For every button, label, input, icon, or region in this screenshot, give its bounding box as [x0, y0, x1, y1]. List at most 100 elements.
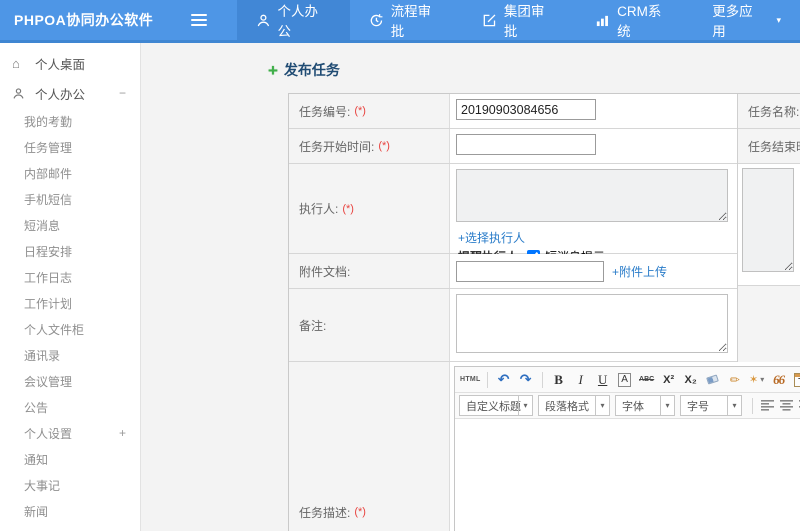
select-executor-link[interactable]: +选择执行人 [458, 229, 525, 246]
sidebar-item-my-attendance[interactable]: 我的考勤 [0, 108, 140, 134]
end-time-label: 任务结束时间:(*) [738, 129, 800, 163]
chevron-down-icon: ▾ [595, 396, 609, 415]
html-source-button[interactable]: HTML [460, 370, 481, 390]
font-family-select[interactable]: 字体 ▾ [615, 395, 675, 416]
chevron-down-icon: ▾ [760, 375, 765, 384]
paragraph-format-select[interactable]: 段落格式 ▾ [538, 395, 610, 416]
nav-label: 集团审批 [503, 4, 545, 39]
remark-textarea[interactable] [456, 294, 728, 353]
topbar: PHPOA协同办公软件 个人办公 流程审批 集团审批 CRM系统 更多应用 ▾ [0, 0, 800, 43]
top-nav: 个人办公 流程审批 集团审批 CRM系统 更多应用 ▾ [236, 0, 800, 40]
sidebar-item-schedule[interactable]: 日程安排 [0, 238, 140, 264]
attachment-input[interactable] [456, 260, 604, 282]
blockquote-button[interactable]: 66 [769, 370, 789, 390]
start-time-label: 任务开始时间: (*) [289, 129, 450, 163]
editor-toolbar-row2: 自定义标题 ▾ 段落格式 ▾ 字体 ▾ 字号 ▾ [455, 393, 800, 419]
bar-chart-icon [597, 15, 609, 26]
start-time-input[interactable] [456, 134, 596, 155]
sidebar-item-task-management[interactable]: 任务管理 [0, 134, 140, 160]
sidebar-item-survey[interactable]: 调查问卷 [0, 524, 140, 531]
sidebar-item-address-book[interactable]: 通讯录 [0, 342, 140, 368]
eraser-icon [706, 374, 719, 385]
nav-group-approval[interactable]: 集团审批 [463, 0, 576, 40]
nav-crm-system[interactable]: CRM系统 [576, 0, 693, 40]
subscript-button[interactable]: X₂ [681, 370, 701, 390]
sidebar-item-events[interactable]: 大事记 [0, 472, 140, 498]
nav-process-approval[interactable]: 流程审批 [350, 0, 463, 40]
executor-textarea[interactable] [456, 169, 728, 222]
sidebar-item-personal-office[interactable]: 个人办公 − [0, 78, 140, 108]
supervisor-textarea[interactable] [742, 168, 794, 272]
chevron-down-icon: ▾ [518, 396, 532, 415]
attachment-upload-link[interactable]: +附件上传 [612, 263, 667, 280]
chevron-down-icon: ▾ [727, 396, 741, 415]
sidebar-item-personal-file-cabinet[interactable]: 个人文件柜 [0, 316, 140, 342]
align-center-button[interactable] [780, 400, 793, 411]
align-center-icon [780, 400, 793, 411]
chevron-down-icon: ▾ [660, 396, 674, 415]
paste-text-button[interactable]: T [791, 370, 800, 390]
process-approval-icon [370, 13, 383, 26]
sidebar-item-short-message[interactable]: 短消息 [0, 212, 140, 238]
nav-label: 个人办公 [277, 4, 318, 39]
user-icon [257, 14, 269, 26]
remark-label: 备注: [289, 289, 450, 361]
sidebar-item-work-log[interactable]: 工作日志 [0, 264, 140, 290]
nav-more-apps[interactable]: 更多应用 ▾ [693, 0, 800, 40]
sidebar-item-personal-desktop[interactable]: ⌂ 个人桌面 [0, 48, 140, 78]
attachment-label: 附件文档: [289, 254, 450, 288]
collapse-icon[interactable]: − [119, 86, 126, 100]
supervisor-cell [738, 164, 800, 286]
main-content: + 发布任务 任务编号:(*) 任 [141, 43, 800, 531]
quick-format-button[interactable]: ✶ ▾ [747, 370, 767, 390]
sidebar-item-meeting-management[interactable]: 会议管理 [0, 368, 140, 394]
editor-cell: HTML ↶ ↷ B I U A ABC X² X₂ ✏ ✶ ▾ 66 自定义标… [450, 362, 800, 531]
strikethrough-button[interactable]: ABC [637, 370, 657, 390]
italic-button[interactable]: I [571, 370, 591, 390]
page-title: 发布任务 [283, 62, 340, 78]
plus-icon: + [268, 60, 278, 80]
user-icon [12, 87, 27, 100]
clipboard-icon: T [794, 372, 800, 387]
sidebar: ⌂ 个人桌面 个人办公 − 我的考勤 任务管理 内部邮件 手机短信 短消息 日程… [0, 43, 141, 531]
nav-label: CRM系统 [617, 4, 662, 39]
edit-square-icon [483, 13, 496, 26]
app-logo: PHPOA协同办公软件 [14, 12, 154, 28]
editor-toolbar-row1: HTML ↶ ↷ B I U A ABC X² X₂ ✏ ✶ ▾ 66 [455, 367, 800, 393]
page-header: + 发布任务 [268, 60, 800, 80]
font-style-box-button[interactable]: A [615, 370, 635, 390]
sidebar-item-mobile-sms[interactable]: 手机短信 [0, 186, 140, 212]
redo-button[interactable]: ↷ [516, 370, 536, 390]
expand-icon[interactable]: + [119, 426, 126, 440]
sidebar-item-announcement[interactable]: 公告 [0, 394, 140, 420]
sidebar-item-label: 个人办公 [35, 87, 86, 102]
nav-personal-office[interactable]: 个人办公 [236, 0, 350, 40]
format-painter-button[interactable]: ✏ [725, 370, 745, 390]
align-left-button[interactable] [761, 400, 774, 411]
sidebar-item-news[interactable]: 新闻 [0, 498, 140, 524]
sidebar-item-label: 个人桌面 [35, 57, 86, 72]
underline-button[interactable]: U [593, 370, 613, 390]
sidebar-item-personal-settings[interactable]: 个人设置 + [0, 420, 140, 446]
executor-label: 执行人: (*) [289, 164, 450, 253]
menu-icon[interactable] [179, 14, 219, 26]
bold-button[interactable]: B [549, 370, 569, 390]
undo-button[interactable]: ↶ [494, 370, 514, 390]
nav-label: 流程审批 [390, 4, 432, 39]
task-description-label: 任务描述: (*) [289, 362, 450, 531]
sidebar-item-work-plan[interactable]: 工作计划 [0, 290, 140, 316]
task-no-input[interactable] [456, 99, 596, 120]
font-size-select[interactable]: 字号 ▾ [680, 395, 742, 416]
superscript-button[interactable]: X² [659, 370, 679, 390]
editor-content-area[interactable] [455, 419, 800, 531]
sidebar-item-internal-mail[interactable]: 内部邮件 [0, 160, 140, 186]
custom-title-select[interactable]: 自定义标题 ▾ [459, 395, 533, 416]
rich-text-editor: HTML ↶ ↷ B I U A ABC X² X₂ ✏ ✶ ▾ 66 自定义标… [454, 366, 800, 531]
task-no-label: 任务编号: (*) [289, 94, 450, 128]
sidebar-item-notification[interactable]: 通知 [0, 446, 140, 472]
remove-format-button[interactable] [703, 370, 723, 390]
home-icon: ⌂ [12, 55, 20, 71]
chevron-down-icon: ▾ [776, 14, 781, 25]
task-name-label: 任务名称:(*) [738, 94, 800, 128]
publish-task-form: 任务编号:(*) 任务开始时间:(*) [288, 93, 800, 531]
